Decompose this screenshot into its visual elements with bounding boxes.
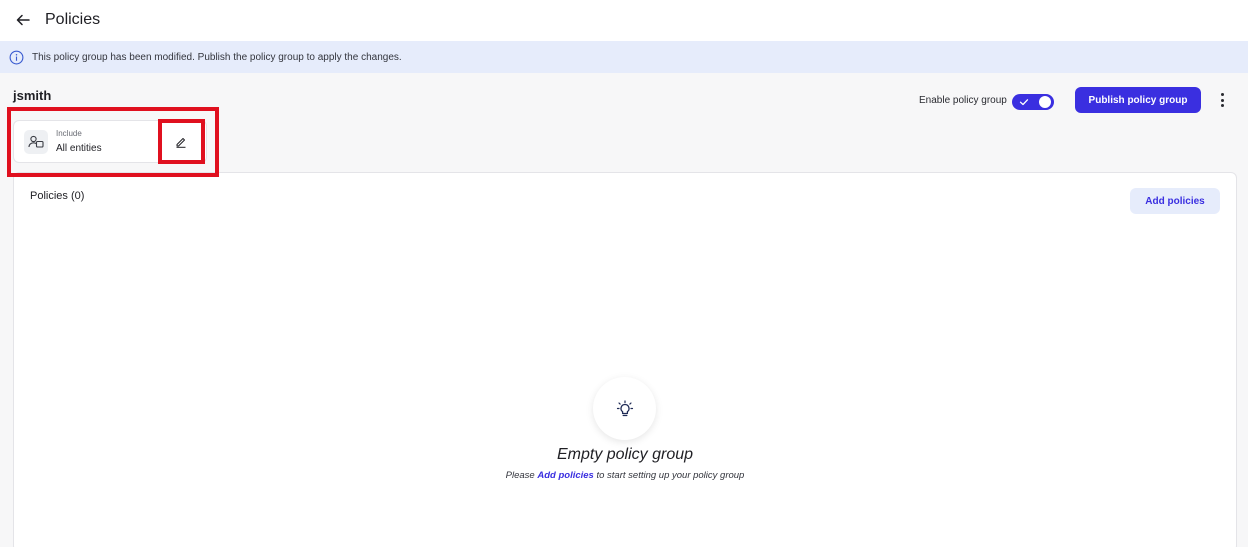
enable-policy-group-label: Enable policy group <box>919 95 1007 106</box>
include-label: Include <box>56 129 82 138</box>
include-icon-box <box>24 130 48 154</box>
policies-card <box>13 172 1237 547</box>
toggle-knob <box>1039 96 1051 108</box>
enable-policy-group-toggle[interactable] <box>1012 94 1054 110</box>
info-icon <box>9 50 24 65</box>
lightbulb-icon <box>616 399 633 416</box>
entity-name: jsmith <box>13 88 52 103</box>
kebab-menu-icon[interactable] <box>1216 92 1228 108</box>
edit-include-button[interactable] <box>172 133 190 151</box>
modified-banner: This policy group has been modified. Pub… <box>0 41 1248 73</box>
kebab-dot <box>1220 98 1224 102</box>
empty-state-suffix: to start setting up your policy group <box>596 470 745 481</box>
users-icon <box>28 135 44 148</box>
add-policies-link[interactable]: Add policies <box>537 470 593 481</box>
arrow-left-icon <box>16 14 30 26</box>
check-icon <box>1019 99 1029 106</box>
publish-policy-group-button[interactable]: Publish policy group <box>1075 87 1201 113</box>
banner-text: This policy group has been modified. Pub… <box>32 52 402 63</box>
empty-state-description: Please Add policies to start setting up … <box>440 469 810 482</box>
empty-state-prefix: Please <box>505 470 535 481</box>
policies-title: Policies (0) <box>30 190 85 202</box>
kebab-dot <box>1220 93 1224 96</box>
kebab-dot <box>1220 104 1224 107</box>
pencil-icon <box>176 138 186 148</box>
back-button[interactable] <box>12 9 34 31</box>
add-policies-button[interactable]: Add policies <box>1130 188 1220 214</box>
top-bar <box>0 0 1248 41</box>
include-value: All entities <box>56 143 102 154</box>
empty-state-icon-circle <box>593 377 656 440</box>
page-title: Policies <box>45 11 101 28</box>
empty-state-title: Empty policy group <box>556 446 694 463</box>
